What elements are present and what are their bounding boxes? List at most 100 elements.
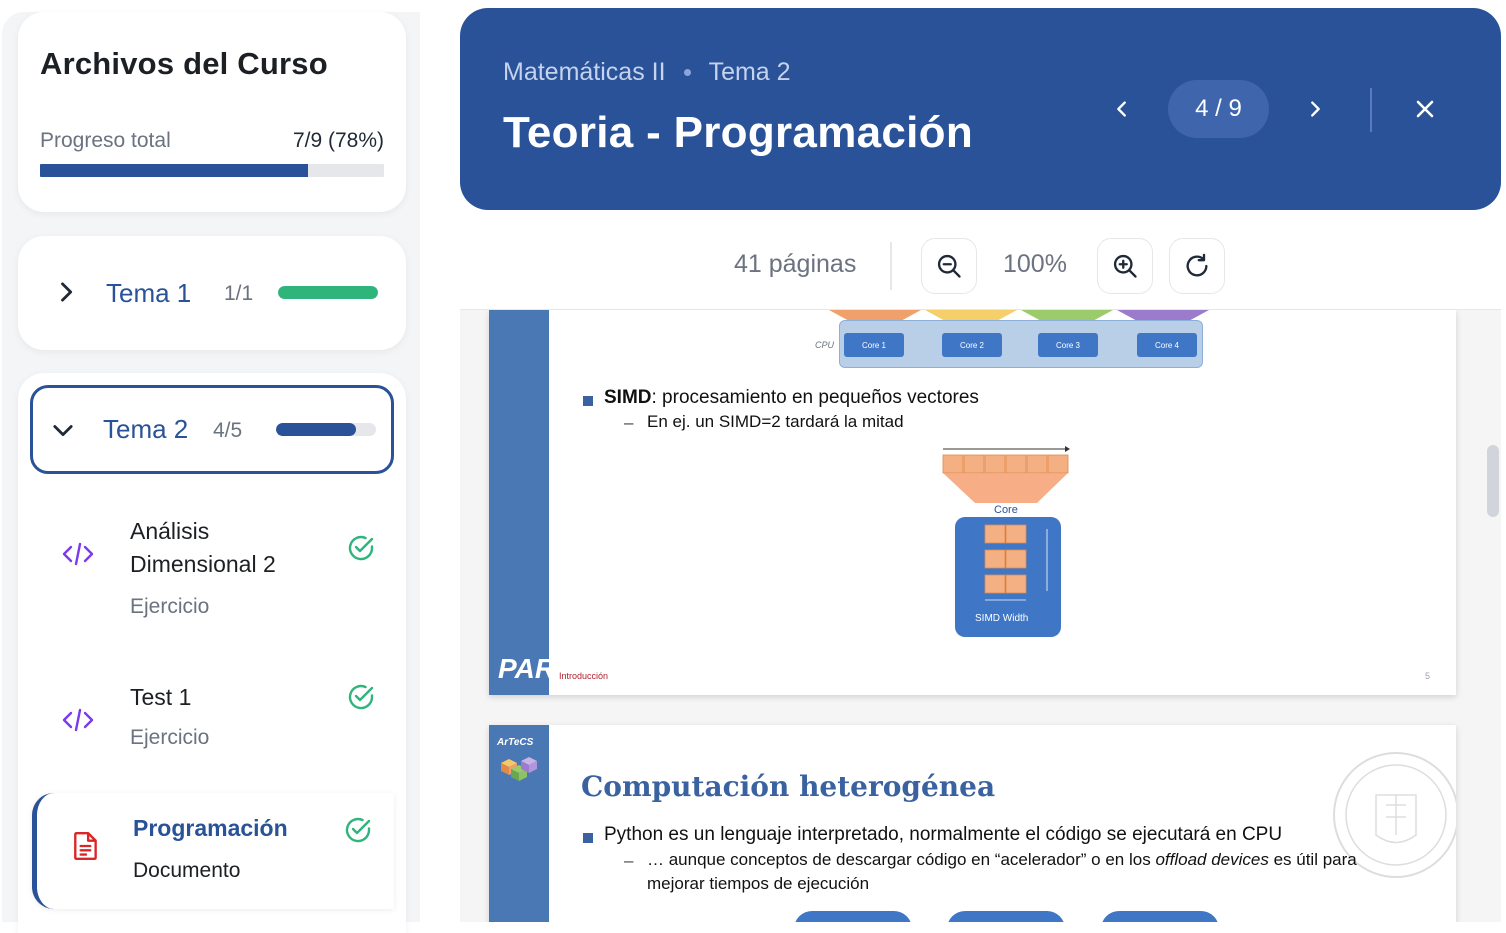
artecs-logo: ArTeCS xyxy=(497,737,534,748)
document-icon xyxy=(74,831,97,861)
offload-text-a: … aunque conceptos de descargar código e… xyxy=(647,850,1156,869)
simd-width-label: SIMD Width xyxy=(975,613,1028,624)
rotate-icon xyxy=(1186,253,1208,277)
core-box: Core 3 xyxy=(1038,333,1098,357)
diagram-block xyxy=(947,911,1065,922)
simd-desc: : procesamiento en pequeños vectores xyxy=(651,387,979,408)
core-box: Core 4 xyxy=(1137,333,1197,357)
par-logo: PAR xyxy=(498,653,556,684)
simd-diagram: Core SIMD Width xyxy=(942,446,1070,637)
close-button[interactable] xyxy=(1402,86,1448,132)
breadcrumb-separator xyxy=(683,69,691,76)
breadcrumb: Matemáticas II Tema 2 xyxy=(503,58,791,87)
check-circle-icon xyxy=(348,684,374,710)
sidebar-title: Archivos del Curso xyxy=(40,46,328,81)
core-funnel xyxy=(829,310,921,320)
item-title: Programación xyxy=(133,815,288,841)
chevron-left-icon xyxy=(1117,101,1126,117)
zoom-in-icon xyxy=(1113,254,1137,278)
offload-sub-bullet: … aunque conceptos de descargar código e… xyxy=(647,848,1417,896)
item-title: Análisis Dimensional 2 xyxy=(130,518,276,577)
tema-2-count: 4/5 xyxy=(213,419,243,442)
tema-1-header[interactable] xyxy=(52,278,80,306)
simd-sub-bullet: En ej. un SIMD=2 tardará la mitad xyxy=(647,412,904,431)
list-item-programacion[interactable]: Programación Documento xyxy=(32,793,394,909)
chevron-right-icon xyxy=(1311,101,1320,117)
tema-1-name: Tema 1 xyxy=(106,278,192,308)
tema-2-progress-bar xyxy=(276,423,376,436)
core-funnel xyxy=(925,310,1017,320)
zoom-in-button[interactable] xyxy=(1097,238,1153,294)
list-item-analisis[interactable]: Análisis Dimensional 2 Ejercicio xyxy=(36,513,394,633)
tema-2-progress-fill xyxy=(276,423,356,436)
code-icon xyxy=(62,542,94,566)
diagram-block xyxy=(1101,911,1219,922)
python-bullet: Python es un lenguaje interpretado, norm… xyxy=(604,824,1283,845)
pdf-page-5: PAR CPU Core 1 Core 2 Core 3 Core 4 SIMD… xyxy=(489,310,1456,695)
core-funnel xyxy=(1021,310,1113,320)
bullet-marker xyxy=(583,833,593,843)
pdf-viewer: 41 páginas 100% PAR CPU Core 1 Core 2 Co… xyxy=(460,222,1501,922)
zoom-out-button[interactable] xyxy=(921,238,977,294)
simd-bullet: SIMD: procesamiento en pequeños vectores xyxy=(604,387,979,409)
chevron-right-icon xyxy=(61,282,73,302)
viewer-toolbar: 41 páginas 100% xyxy=(460,222,1501,310)
offload-text-b: es útil para xyxy=(1268,850,1357,869)
page-count-label: 41 páginas xyxy=(734,250,857,278)
simd-term: SIMD xyxy=(604,387,652,408)
tema-1-count: 1/1 xyxy=(224,282,254,305)
sub-dash: – xyxy=(624,413,634,432)
list-item-test[interactable]: Test 1 Ejercicio xyxy=(36,679,394,779)
progress-bar-fill xyxy=(40,164,309,177)
item-title: Test 1 xyxy=(130,684,192,710)
progress-bar xyxy=(40,164,384,177)
tema-2-card: Tema 2 4/5 Análisis Dimensional 2 Ejerci… xyxy=(18,373,406,933)
course-files-sidebar: Archivos del Curso Progreso total 7/9 (7… xyxy=(2,12,420,933)
breadcrumb-tema[interactable]: Tema 2 xyxy=(709,58,791,87)
document-header: Matemáticas II Tema 2 Teoria - Programac… xyxy=(460,8,1501,210)
progress-label: Progreso total xyxy=(40,129,171,152)
bullet-marker xyxy=(583,396,593,406)
prev-document-button[interactable] xyxy=(1099,86,1145,132)
core-label: Core xyxy=(994,504,1018,516)
tema-2-name: Tema 2 xyxy=(103,414,189,444)
close-icon xyxy=(1416,100,1434,118)
tema-1-progress-fill xyxy=(278,286,378,299)
progress-value: 7/9 (78%) xyxy=(292,129,384,152)
slide-footer: Introducción xyxy=(559,671,609,681)
check-circle-icon xyxy=(348,535,374,561)
pdf-pages-scroll[interactable]: PAR CPU Core 1 Core 2 Core 3 Core 4 SIMD… xyxy=(460,310,1501,922)
item-type: Ejercicio xyxy=(130,726,210,749)
progress-card: Archivos del Curso Progreso total 7/9 (7… xyxy=(18,12,406,212)
tema-1-progress-bar xyxy=(278,286,378,299)
core-box: Core 1 xyxy=(844,333,904,357)
cpu-diagram: Core 1 Core 2 Core 3 Core 4 xyxy=(839,320,1203,368)
tema-1-card[interactable]: Tema 1 1/1 xyxy=(18,236,406,350)
toolbar-divider xyxy=(890,242,892,290)
check-circle-icon xyxy=(345,817,371,843)
page-title: Teoria - Programación xyxy=(503,108,974,157)
vertical-scrollbar[interactable] xyxy=(1487,445,1499,517)
core-box: Core 2 xyxy=(942,333,1002,357)
zoom-out-icon xyxy=(937,254,961,278)
rotate-button[interactable] xyxy=(1169,238,1225,294)
slide-side-band xyxy=(489,310,549,695)
header-divider xyxy=(1370,88,1372,132)
next-document-button[interactable] xyxy=(1292,86,1338,132)
offload-term: offload devices xyxy=(1155,850,1269,869)
item-type: Ejercicio xyxy=(130,595,210,618)
cubes-logo-icon xyxy=(501,757,537,781)
chevron-down-icon xyxy=(53,425,73,437)
pdf-page-6: ArTeCS Computación heterogénea Python es… xyxy=(489,725,1456,922)
breadcrumb-course[interactable]: Matemáticas II xyxy=(503,58,666,87)
offload-text-c: mejorar tiempos de ejecución xyxy=(647,874,870,893)
slide-page-number: 5 xyxy=(1424,671,1430,681)
core-funnel xyxy=(1117,310,1209,320)
cpu-label: CPU xyxy=(815,340,835,350)
diagram-block xyxy=(794,911,912,922)
item-type: Documento xyxy=(133,859,241,882)
code-icon xyxy=(62,708,94,732)
tema-2-header[interactable]: Tema 2 4/5 xyxy=(30,385,394,474)
slide-title: Computación heterogénea xyxy=(581,770,996,803)
document-position-indicator: 4 / 9 xyxy=(1168,80,1269,138)
